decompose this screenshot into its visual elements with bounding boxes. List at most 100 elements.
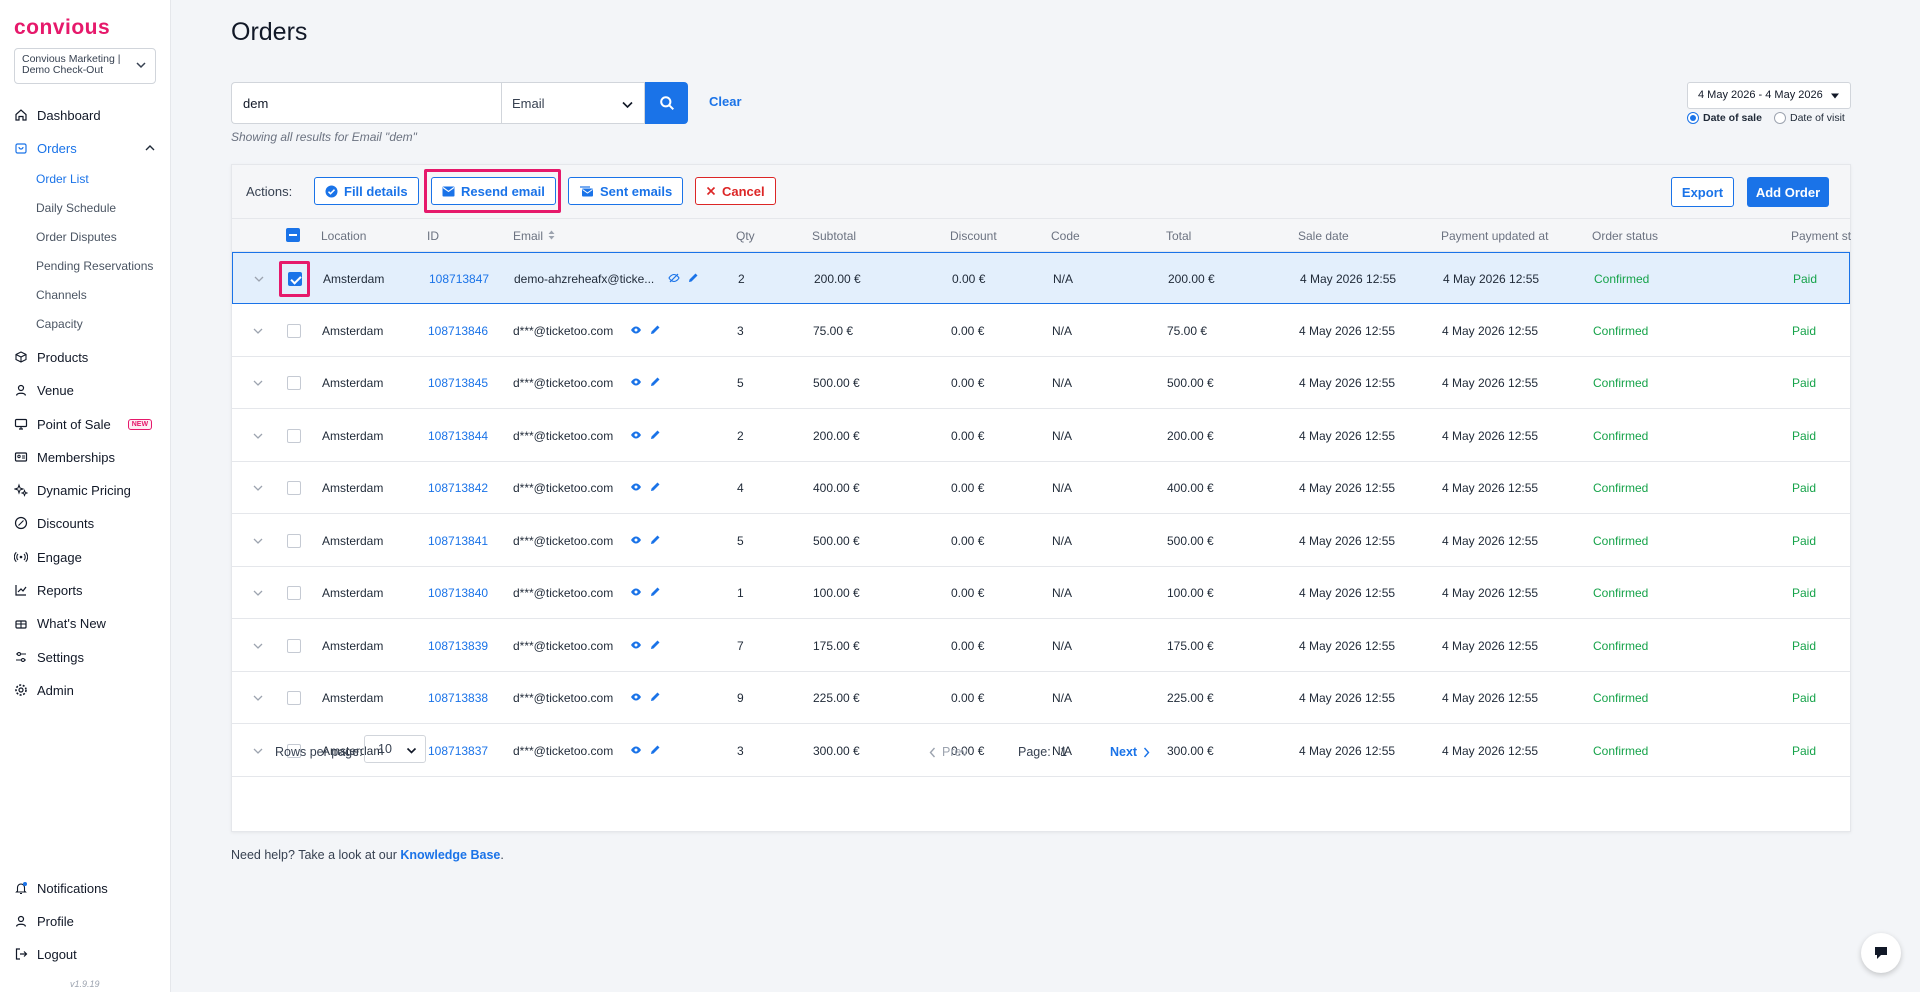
column-header-discount[interactable]: Discount <box>950 229 997 243</box>
row-checkbox[interactable] <box>287 638 301 653</box>
column-header-code[interactable]: Code <box>1051 229 1080 243</box>
eye-off-icon[interactable] <box>668 272 680 284</box>
sidebar-item-profile[interactable]: Profile <box>14 911 74 931</box>
clear-search-link[interactable]: Clear <box>709 94 742 109</box>
pencil-icon[interactable] <box>649 481 661 493</box>
sidebar-item-memberships[interactable]: Memberships <box>14 447 115 467</box>
sidebar-item-venue[interactable]: Venue <box>14 380 74 400</box>
table-row[interactable]: Amsterdam 108713845 d***@ticketoo.com 5 500.… <box>232 357 1850 409</box>
table-row[interactable]: Amsterdam 108713839 d***@ticketoo.com 7 175.… <box>232 619 1850 672</box>
pencil-icon[interactable] <box>649 429 661 441</box>
sidebar-subitem-order-list[interactable]: Order List <box>36 172 89 186</box>
eye-icon[interactable] <box>630 481 642 493</box>
rows-per-page-select[interactable]: 10 <box>364 735 426 763</box>
sidebar-item-settings[interactable]: Settings <box>14 647 84 667</box>
pencil-icon[interactable] <box>649 639 661 651</box>
cell-order-id[interactable]: 108713846 <box>428 324 488 338</box>
add-order-button[interactable]: Add Order <box>1747 177 1829 207</box>
cell-order-id[interactable]: 108713842 <box>428 481 488 495</box>
sidebar-item-whats-new[interactable]: What's New <box>14 613 106 633</box>
chevron-down-icon[interactable] <box>252 325 264 337</box>
column-header-total[interactable]: Total <box>1166 229 1191 243</box>
cell-order-id[interactable]: 108713841 <box>428 534 488 548</box>
sidebar-item-discounts[interactable]: Discounts <box>14 513 94 533</box>
prev-page-button[interactable]: Prev <box>929 745 968 759</box>
eye-icon[interactable] <box>630 639 642 651</box>
table-row[interactable]: Amsterdam 108713844 d***@ticketoo.com 2 200.… <box>232 409 1850 462</box>
sidebar-subitem-daily-schedule[interactable]: Daily Schedule <box>36 201 116 215</box>
export-button[interactable]: Export <box>1671 177 1734 207</box>
cell-order-id[interactable]: 108713844 <box>428 429 488 443</box>
column-header-location[interactable]: Location <box>321 229 366 243</box>
column-header-order-status[interactable]: Order status <box>1592 229 1658 243</box>
column-header-payment-updated[interactable]: Payment updated at <box>1441 229 1548 243</box>
row-checkbox[interactable] <box>287 481 301 495</box>
chevron-down-icon[interactable] <box>252 587 264 599</box>
sidebar-item-point-of-sale[interactable]: Point of Sale NEW <box>14 414 153 434</box>
pencil-icon[interactable] <box>649 691 661 703</box>
chevron-down-icon[interactable] <box>252 640 264 652</box>
chevron-down-icon[interactable] <box>252 430 264 442</box>
sent-emails-button[interactable]: Sent emails <box>568 177 684 205</box>
row-checkbox[interactable] <box>287 533 301 548</box>
eye-icon[interactable] <box>630 376 642 388</box>
row-checkbox[interactable] <box>287 376 301 390</box>
sidebar-item-logout[interactable]: Logout <box>14 944 77 964</box>
search-input[interactable] <box>231 82 501 124</box>
pencil-icon[interactable] <box>687 272 699 284</box>
cell-order-id[interactable]: 108713839 <box>428 639 488 653</box>
cancel-order-button[interactable]: Cancel <box>695 177 776 205</box>
row-checkbox[interactable] <box>287 428 301 443</box>
radio-button[interactable] <box>1774 112 1786 124</box>
table-row[interactable]: Amsterdam 108713842 d***@ticketoo.com 4 400.… <box>232 462 1850 514</box>
sidebar-subitem-channels[interactable]: Channels <box>36 288 87 302</box>
radio-date-of-visit[interactable]: Date of visit <box>1774 112 1845 124</box>
sidebar-item-dashboard[interactable]: Dashboard <box>14 105 101 125</box>
sidebar-subitem-capacity[interactable]: Capacity <box>36 317 83 331</box>
chevron-down-icon[interactable] <box>252 535 264 547</box>
column-header-email[interactable]: Email <box>513 229 555 243</box>
sidebar-subitem-pending-reservations[interactable]: Pending Reservations <box>36 259 153 273</box>
sidebar-item-orders[interactable]: Orders <box>14 138 157 158</box>
sidebar-item-dynamic-pricing[interactable]: Dynamic Pricing <box>14 480 131 500</box>
sidebar-item-reports[interactable]: Reports <box>14 580 83 600</box>
pencil-icon[interactable] <box>649 534 661 546</box>
eye-icon[interactable] <box>630 586 642 598</box>
sidebar-item-notifications[interactable]: Notifications <box>14 878 108 898</box>
chevron-down-icon[interactable] <box>252 692 264 704</box>
pencil-icon[interactable] <box>649 324 661 336</box>
column-header-sale-date[interactable]: Sale date <box>1298 229 1349 243</box>
column-header-subtotal[interactable]: Subtotal <box>812 229 856 243</box>
row-checkbox[interactable] <box>287 323 301 338</box>
chevron-down-icon[interactable] <box>252 377 264 389</box>
resend-email-button[interactable]: Resend email <box>431 177 556 205</box>
sidebar-item-engage[interactable]: Engage <box>14 547 82 567</box>
eye-icon[interactable] <box>630 691 642 703</box>
search-button[interactable] <box>645 82 688 124</box>
column-header-payment-status[interactable]: Payment st <box>1791 229 1851 243</box>
table-row[interactable]: Amsterdam 108713840 d***@ticketoo.com 1 100.… <box>232 567 1850 619</box>
table-row[interactable]: Amsterdam 108713846 d***@ticketoo.com 3 75.0… <box>232 304 1850 357</box>
cell-order-id[interactable]: 108713847 <box>429 272 489 286</box>
search-field-select[interactable]: Email <box>501 82 645 124</box>
radio-button-checked[interactable] <box>1687 112 1699 124</box>
select-all-checkbox[interactable] <box>286 228 300 242</box>
sidebar-item-products[interactable]: Products <box>14 347 88 367</box>
date-range-picker[interactable]: 4 May 2026 - 4 May 2026 <box>1687 82 1851 109</box>
cell-order-id[interactable]: 108713845 <box>428 376 488 390</box>
table-row[interactable]: Amsterdam 108713838 d***@ticketoo.com 9 225.… <box>232 672 1850 724</box>
radio-date-of-sale[interactable]: Date of sale <box>1687 112 1762 124</box>
pencil-icon[interactable] <box>649 376 661 388</box>
next-page-button[interactable]: Next <box>1110 745 1150 759</box>
account-selector[interactable]: Convious Marketing | Demo Check-Out <box>14 48 156 84</box>
chevron-down-icon[interactable] <box>253 273 265 285</box>
table-row[interactable]: Amsterdam 108713841 d***@ticketoo.com 5 500.… <box>232 514 1850 567</box>
app-logo[interactable]: convious <box>14 16 110 40</box>
row-checkbox[interactable] <box>287 691 301 705</box>
eye-icon[interactable] <box>630 429 642 441</box>
sidebar-subitem-order-disputes[interactable]: Order Disputes <box>36 230 117 244</box>
pencil-icon[interactable] <box>649 586 661 598</box>
sidebar-item-admin[interactable]: Admin <box>14 680 74 700</box>
table-row[interactable]: Amsterdam 108713847 demo-ahzreheafx@ticke.… <box>232 252 1850 304</box>
fill-details-button[interactable]: Fill details <box>314 177 419 205</box>
